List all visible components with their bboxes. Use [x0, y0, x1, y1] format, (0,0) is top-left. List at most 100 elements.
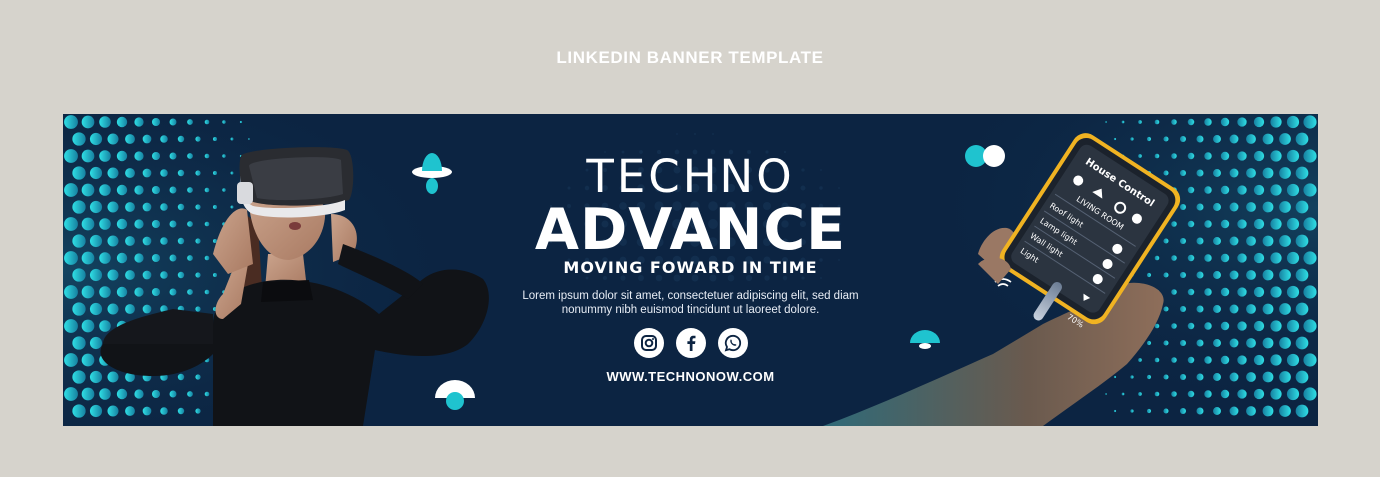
halftone-dot	[820, 277, 822, 279]
halftone-dot	[1130, 409, 1134, 413]
halftone-dot	[1229, 134, 1239, 144]
halftone-dot	[1262, 337, 1274, 349]
halftone-dot	[1171, 357, 1177, 363]
halftone-dot	[1295, 336, 1309, 350]
halftone-dot	[1138, 358, 1142, 362]
website-url[interactable]: WWW.TECHNONOW.COM	[63, 369, 1318, 384]
halftone-dot	[1303, 319, 1317, 333]
halftone-dot	[99, 320, 111, 332]
facebook-icon	[687, 335, 696, 351]
halftone-dot	[1279, 133, 1291, 145]
halftone-dot	[151, 389, 161, 399]
halftone-dot	[99, 388, 111, 400]
halftone-dot	[64, 353, 78, 367]
halftone-dot	[195, 136, 201, 142]
halftone-dot	[1196, 339, 1204, 347]
halftone-dot	[1187, 390, 1195, 398]
facebook-button[interactable]	[676, 328, 706, 358]
halftone-dot	[1138, 120, 1142, 124]
halftone-dot	[89, 404, 103, 418]
instagram-button[interactable]	[634, 328, 664, 358]
halftone-dot	[1121, 120, 1125, 124]
halftone-dot	[1262, 133, 1274, 145]
halftone-dot	[151, 117, 161, 127]
halftone-dot	[1196, 407, 1204, 415]
halftone-dot	[81, 319, 95, 333]
halftone-dot	[1187, 118, 1195, 126]
halftone-dot	[694, 133, 696, 135]
halftone-dot	[1179, 407, 1187, 415]
halftone-dot	[204, 119, 210, 125]
halftone-dot	[142, 134, 152, 144]
halftone-dot	[1262, 405, 1274, 417]
halftone-dot	[712, 133, 714, 135]
body-line-2: nonummy nibh euismod tincidunt ut laoree…	[561, 304, 820, 316]
halftone-dot	[1105, 121, 1107, 123]
halftone-dot	[1130, 137, 1134, 141]
halftone-dot	[1295, 132, 1309, 146]
halftone-dot	[1213, 407, 1221, 415]
halftone-dot	[1171, 323, 1177, 329]
halftone-dot	[1171, 119, 1177, 125]
halftone-dot	[107, 405, 119, 417]
halftone-dot	[64, 115, 78, 129]
halftone-dot	[134, 117, 144, 127]
instagram-icon	[641, 335, 657, 351]
halftone-dot	[72, 404, 86, 418]
halftone-dot	[1204, 390, 1212, 398]
halftone-dot	[676, 133, 678, 135]
halftone-dot	[1253, 116, 1265, 128]
headline-techno: TECHNO	[586, 150, 795, 203]
halftone-dot	[1146, 340, 1152, 346]
halftone-dot	[1154, 391, 1160, 397]
halftone-dot	[1213, 339, 1221, 347]
halftone-dot	[1187, 356, 1195, 364]
halftone-dot	[116, 388, 128, 400]
halftone-dot	[1295, 404, 1309, 418]
halftone-dot	[222, 120, 226, 124]
halftone-dot	[1154, 357, 1160, 363]
halftone-dot	[1105, 393, 1107, 395]
halftone-dot	[169, 390, 177, 398]
halftone-dot	[1179, 135, 1187, 143]
halftone-dot	[177, 135, 185, 143]
halftone-dot	[1286, 115, 1300, 129]
halftone-dot	[1220, 117, 1230, 127]
halftone-dot	[187, 119, 193, 125]
halftone-dot	[99, 116, 111, 128]
halftone-dot	[64, 387, 78, 401]
halftone-dot	[116, 116, 128, 128]
halftone-dot	[230, 137, 234, 141]
halftone-dot	[1237, 389, 1247, 399]
halftone-dot	[1220, 389, 1230, 399]
halftone-dot	[72, 132, 86, 146]
halftone-dot	[1270, 354, 1282, 366]
halftone-dot	[89, 336, 103, 350]
whatsapp-icon	[724, 334, 742, 352]
halftone-dot	[1246, 338, 1256, 348]
halftone-dot	[1286, 353, 1300, 367]
page-title: LINKEDIN BANNER TEMPLATE	[556, 48, 824, 67]
halftone-dot	[239, 120, 243, 124]
halftone-dot	[107, 133, 119, 145]
halftone-dot	[1253, 320, 1265, 332]
halftone-dot	[204, 391, 210, 397]
halftone-dot	[1146, 408, 1152, 414]
halftone-dot	[160, 407, 168, 415]
halftone-dot	[248, 138, 250, 140]
halftone-dot	[195, 408, 201, 414]
halftone-dot	[1213, 135, 1221, 143]
halftone-dot	[212, 136, 218, 142]
halftone-dot	[64, 319, 78, 333]
halftone-dot	[81, 353, 95, 367]
tagline: MOVING FOWARD IN TIME	[563, 258, 818, 277]
halftone-dot	[1246, 134, 1256, 144]
halftone-dot	[1138, 392, 1142, 396]
halftone-dot	[1113, 409, 1117, 413]
halftone-dot	[1286, 319, 1300, 333]
whatsapp-button[interactable]	[718, 328, 748, 358]
body-text: Lorem ipsum dolor sit amet, consectetuer…	[63, 289, 1318, 317]
halftone-dot	[1229, 406, 1239, 416]
halftone-dot	[1196, 135, 1204, 143]
halftone-dot	[81, 115, 95, 129]
